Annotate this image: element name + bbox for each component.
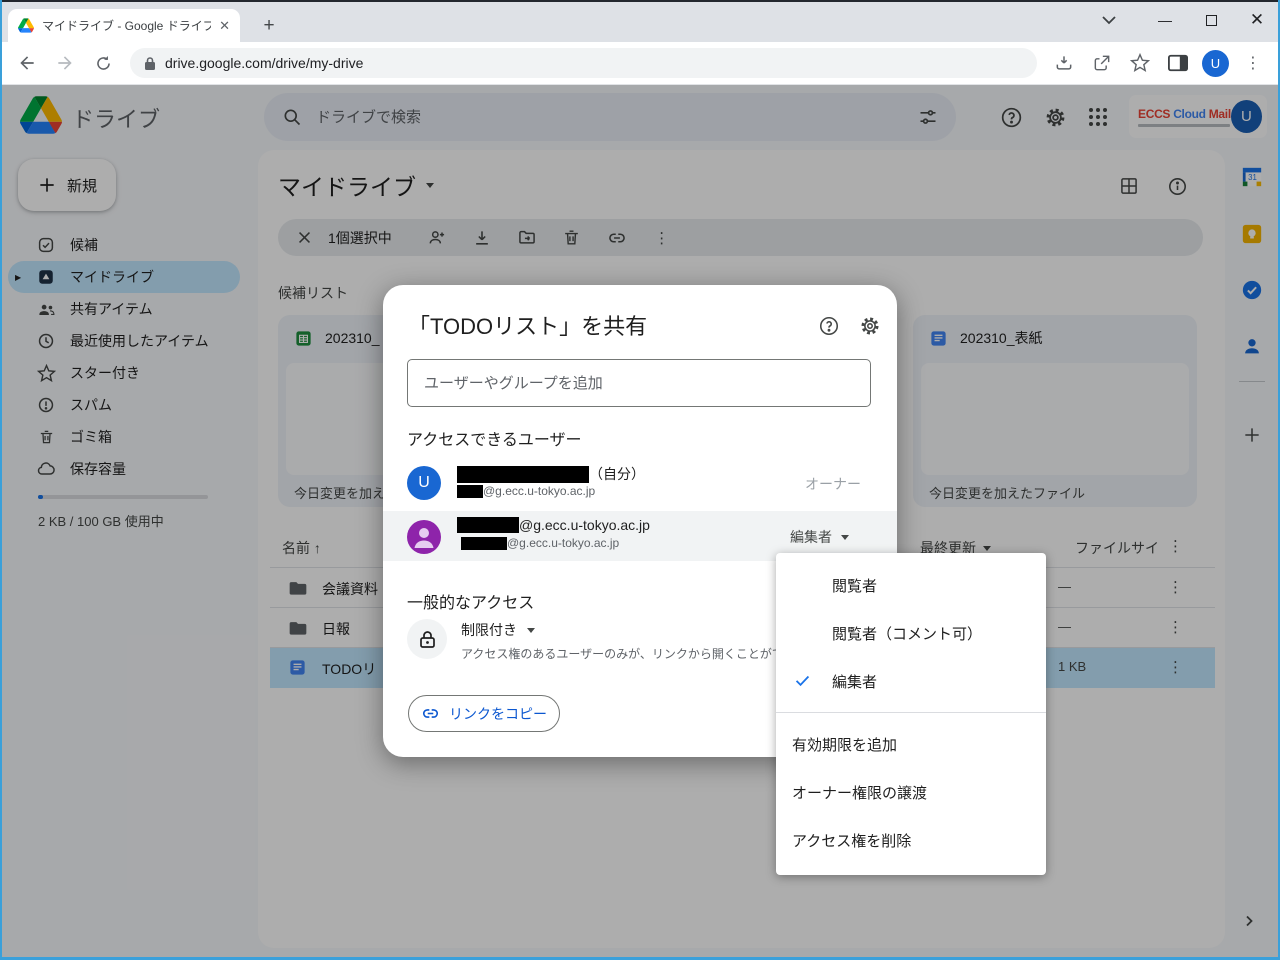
- owner-role-label: オーナー: [805, 474, 861, 494]
- new-tab-button[interactable]: +: [256, 13, 282, 39]
- downloads-icon[interactable]: [1048, 47, 1080, 79]
- menu-item-viewer[interactable]: 閲覧者: [776, 561, 1046, 609]
- editor-avatar: [407, 520, 441, 554]
- window-border-top: [0, 0, 1280, 2]
- menu-item-remove-access[interactable]: アクセス権を削除: [776, 816, 1046, 864]
- add-people-input[interactable]: [407, 359, 871, 407]
- lock-icon[interactable]: [144, 56, 156, 71]
- menu-item-transfer-ownership[interactable]: オーナー権限の譲渡: [776, 768, 1046, 816]
- general-access-dropdown[interactable]: 制限付き: [461, 620, 535, 640]
- redacted-email-prefix: [457, 485, 483, 498]
- role-menu: 閲覧者 閲覧者（コメント可） 編集者 有効期限を追加 オーナー権限の譲渡 アクセ…: [776, 553, 1046, 875]
- tab-title: マイドライブ - Google ドライブ: [42, 17, 211, 34]
- link-icon: [421, 704, 440, 723]
- close-button[interactable]: ✕: [1234, 0, 1280, 40]
- browser-tab[interactable]: マイドライブ - Google ドライブ ✕: [8, 9, 240, 42]
- redacted-name: [457, 517, 519, 533]
- maximize-button[interactable]: [1188, 0, 1234, 40]
- menu-item-editor[interactable]: 編集者: [776, 657, 1046, 705]
- drive-app: ドライブ ECCS Cloud Mail U 新規 候補: [0, 85, 1280, 960]
- check-icon: [793, 671, 812, 690]
- editor-name: @g.ecc.u-tokyo.ac.jp: [457, 517, 650, 533]
- browser-profile-avatar[interactable]: U: [1202, 50, 1229, 77]
- chevron-down-icon: [841, 535, 849, 540]
- people-with-access-heading: アクセスできるユーザー: [407, 426, 582, 450]
- minimize-button[interactable]: —: [1142, 0, 1188, 40]
- drive-favicon: [18, 18, 34, 33]
- url-bar[interactable]: drive.google.com/drive/my-drive: [130, 48, 1037, 78]
- browser-tab-strip: マイドライブ - Google ドライブ ✕ + — ✕: [0, 0, 1280, 42]
- redacted-name: [457, 466, 589, 483]
- menu-item-commenter[interactable]: 閲覧者（コメント可）: [776, 609, 1046, 657]
- tab-search-icon[interactable]: [1094, 0, 1124, 40]
- general-access-heading: 一般的なアクセス: [407, 589, 534, 613]
- person-row-owner[interactable]: U （自分） @g.ecc.u-tokyo.ac.jp オーナー: [383, 457, 897, 509]
- owner-name: （自分）: [457, 464, 645, 484]
- dialog-help-icon[interactable]: [816, 313, 842, 339]
- owner-email: @g.ecc.u-tokyo.ac.jp: [457, 484, 595, 498]
- window-border-left: [0, 0, 2, 960]
- window-controls: — ✕: [1094, 0, 1280, 40]
- editor-email: @g.ecc.u-tokyo.ac.jp: [461, 536, 619, 550]
- url-text: drive.google.com/drive/my-drive: [165, 55, 363, 71]
- browser-toolbar: drive.google.com/drive/my-drive U ⋮: [0, 42, 1280, 85]
- dialog-title: 「TODOリスト」を共有: [408, 309, 647, 341]
- editor-role-dropdown[interactable]: 編集者: [790, 527, 849, 547]
- forward-icon: [49, 47, 81, 79]
- chevron-down-icon: [527, 628, 535, 633]
- owner-avatar: U: [407, 466, 441, 500]
- menu-item-add-expiration[interactable]: 有効期限を追加: [776, 720, 1046, 768]
- dialog-settings-icon[interactable]: [857, 313, 883, 339]
- side-panel-icon[interactable]: [1162, 47, 1194, 79]
- browser-menu-icon[interactable]: ⋮: [1237, 47, 1269, 79]
- redacted-email-prefix: [461, 537, 507, 550]
- bookmark-star-icon[interactable]: [1124, 47, 1156, 79]
- copy-link-button[interactable]: リンクをコピー: [408, 695, 560, 732]
- restricted-lock-icon[interactable]: [407, 619, 447, 659]
- tab-close-icon[interactable]: ✕: [219, 18, 230, 34]
- share-page-icon[interactable]: [1086, 47, 1118, 79]
- reload-icon[interactable]: [87, 47, 119, 79]
- back-icon[interactable]: [11, 47, 43, 79]
- menu-divider: [776, 712, 1046, 713]
